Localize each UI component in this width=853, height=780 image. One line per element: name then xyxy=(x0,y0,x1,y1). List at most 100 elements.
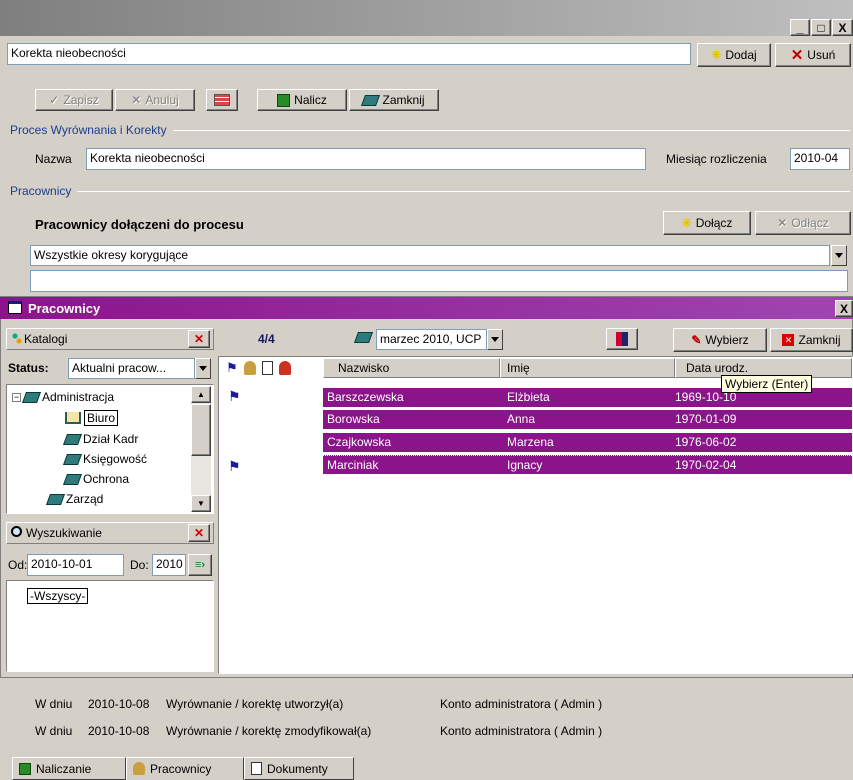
row-birth-date: 1976-06-02 xyxy=(675,435,737,449)
month-label: Miesiąc rozliczenia xyxy=(666,152,767,166)
date-search-button[interactable]: ≡› xyxy=(188,554,212,576)
table-row[interactable]: Marciniak Ignacy 1970-02-04 xyxy=(323,455,852,474)
row-last-name: Borowska xyxy=(327,412,380,426)
period-dropdown[interactable] xyxy=(487,329,503,350)
tree-scroll-up[interactable]: ▲ xyxy=(191,386,211,403)
tab-dokumenty[interactable]: Dokumenty xyxy=(244,757,354,780)
maximize-button[interactable]: □ xyxy=(811,19,831,36)
book-icon xyxy=(21,391,42,403)
tree-item-administracja[interactable]: − Administracja xyxy=(12,390,114,404)
tree-scroll-down[interactable]: ▼ xyxy=(191,495,211,512)
column-header-last-name[interactable]: Nazwisko xyxy=(323,358,500,378)
table-row[interactable]: Czajkowska Marzena 1976-06-02 xyxy=(323,433,852,452)
table-row[interactable]: Borowska Anna 1970-01-09 xyxy=(323,410,852,429)
employees-section-label: Pracownicy xyxy=(10,184,78,198)
employees-section-divider xyxy=(10,191,850,192)
select-button[interactable]: ✎ Wybierz xyxy=(673,328,767,352)
status-dropdown[interactable] xyxy=(195,358,211,379)
close-icon: ✕ xyxy=(193,526,205,540)
book-icon xyxy=(62,453,83,465)
delete-button[interactable]: ✕ Usuń xyxy=(775,43,851,67)
modified-date: 2010-10-08 xyxy=(88,724,150,738)
cancel-button[interactable]: ✕ Anuluj xyxy=(115,89,195,111)
catalogs-icon xyxy=(12,333,22,344)
table-view-button[interactable] xyxy=(206,89,238,111)
period-book-icon xyxy=(353,332,374,346)
created-user: Konto administratora ( Admin ) xyxy=(440,697,603,711)
flag-icon: ⚑ xyxy=(228,388,241,404)
tree-item-zarzad[interactable]: Zarząd xyxy=(45,492,103,506)
created-date: 2010-10-08 xyxy=(88,697,150,711)
modified-prefix: W dniu xyxy=(35,724,73,738)
chevron-down-icon xyxy=(199,366,207,371)
search-icon xyxy=(11,526,22,537)
catalogs-close-button[interactable]: ✕ xyxy=(188,330,210,348)
row-first-name: Elżbieta xyxy=(507,390,550,404)
table-icon xyxy=(214,94,230,106)
tree-item-ksiegowosc[interactable]: Księgowość xyxy=(62,452,147,466)
calculate-button[interactable]: Nalicz xyxy=(257,89,347,111)
collapse-icon: − xyxy=(12,391,21,402)
modified-user: Konto administratora ( Admin ) xyxy=(440,724,603,738)
person-red-icon xyxy=(278,361,291,375)
row-last-name: Czajkowska xyxy=(327,435,392,449)
all-employees-item[interactable]: -Wszyscy- xyxy=(27,588,89,604)
book-icon xyxy=(62,473,83,485)
book-icon xyxy=(361,94,381,106)
employees-heading: Pracownicy dołączeni do procesu xyxy=(35,217,244,232)
created-text: Wyrównanie / korektę utworzył(a) xyxy=(166,697,344,711)
export-button[interactable] xyxy=(606,328,638,350)
person-icon xyxy=(243,361,256,375)
open-book-icon xyxy=(65,412,81,424)
record-count: 4/4 xyxy=(258,332,275,346)
close-window-button[interactable]: X xyxy=(832,19,853,36)
tab-pracownicy[interactable]: Pracownicy xyxy=(126,757,244,780)
tree-item-biuro[interactable]: Biuro xyxy=(65,410,119,426)
tree-scroll-thumb[interactable] xyxy=(191,404,211,456)
catalogs-label: Katalogi xyxy=(24,332,68,346)
row-first-name: Ignacy xyxy=(507,458,543,472)
close-button[interactable]: Zamknij xyxy=(349,89,439,111)
export-icon xyxy=(616,332,628,346)
tree-item-dzial-kadr[interactable]: Dział Kadr xyxy=(62,432,138,446)
periods-filter-dropdown[interactable] xyxy=(831,245,847,266)
column-header-first-name[interactable]: Imię xyxy=(500,358,675,378)
record-title-field[interactable]: Korekta nieobecności xyxy=(7,43,691,65)
from-date-field[interactable]: 2010-10-01 xyxy=(27,554,124,576)
close-icon: ✕ xyxy=(193,332,205,346)
calculator-icon xyxy=(19,762,31,775)
star-icon: ✳ xyxy=(711,48,722,62)
document-icon xyxy=(251,762,262,775)
add-button[interactable]: ✳ Dodaj xyxy=(697,43,771,67)
tree-item-ochrona[interactable]: Ochrona xyxy=(62,472,129,486)
employees-list-area[interactable] xyxy=(30,270,848,292)
person-icon xyxy=(133,762,145,775)
search-close-button[interactable]: ✕ xyxy=(188,524,210,542)
periods-filter-select[interactable]: Wszystkie okresy korygujące xyxy=(30,245,830,266)
dialog-window-icon xyxy=(8,301,22,314)
save-button[interactable]: ✓ Zapisz xyxy=(35,89,113,111)
to-date-field[interactable]: 2010 xyxy=(152,554,186,576)
dialog-close-list-button[interactable]: ✕ Zamknij xyxy=(770,328,853,352)
month-field[interactable]: 2010-04 xyxy=(790,148,850,170)
row-birth-date: 1970-01-09 xyxy=(675,412,737,426)
name-field[interactable]: Korekta nieobecności xyxy=(86,148,646,170)
dialog-close-button[interactable]: X xyxy=(835,300,853,317)
row-last-name: Barszczewska xyxy=(327,390,404,404)
document-icon xyxy=(261,361,273,375)
process-section-label: Proces Wyrównania i Korekty xyxy=(10,123,173,137)
attach-button[interactable]: ✳ Dołącz xyxy=(663,211,751,235)
detach-button[interactable]: ✕ Odłącz xyxy=(755,211,851,235)
tab-naliczanie[interactable]: Naliczanie xyxy=(12,757,126,780)
row-last-name: Marciniak xyxy=(327,458,379,472)
cut-icon: ✕ xyxy=(777,216,788,230)
star-icon: ✳ xyxy=(681,216,692,230)
status-select[interactable]: Aktualni pracow... xyxy=(68,358,195,379)
period-select[interactable]: marzec 2010, UCP xyxy=(376,329,487,350)
delete-icon: ✕ xyxy=(790,47,804,64)
chevron-down-icon xyxy=(835,253,843,258)
minimize-button[interactable]: _ xyxy=(790,19,810,36)
tooltip: Wybierz (Enter) xyxy=(721,375,813,393)
dialog-title: Pracownicy xyxy=(28,301,101,316)
flag-icon: ⚑ xyxy=(228,458,241,474)
